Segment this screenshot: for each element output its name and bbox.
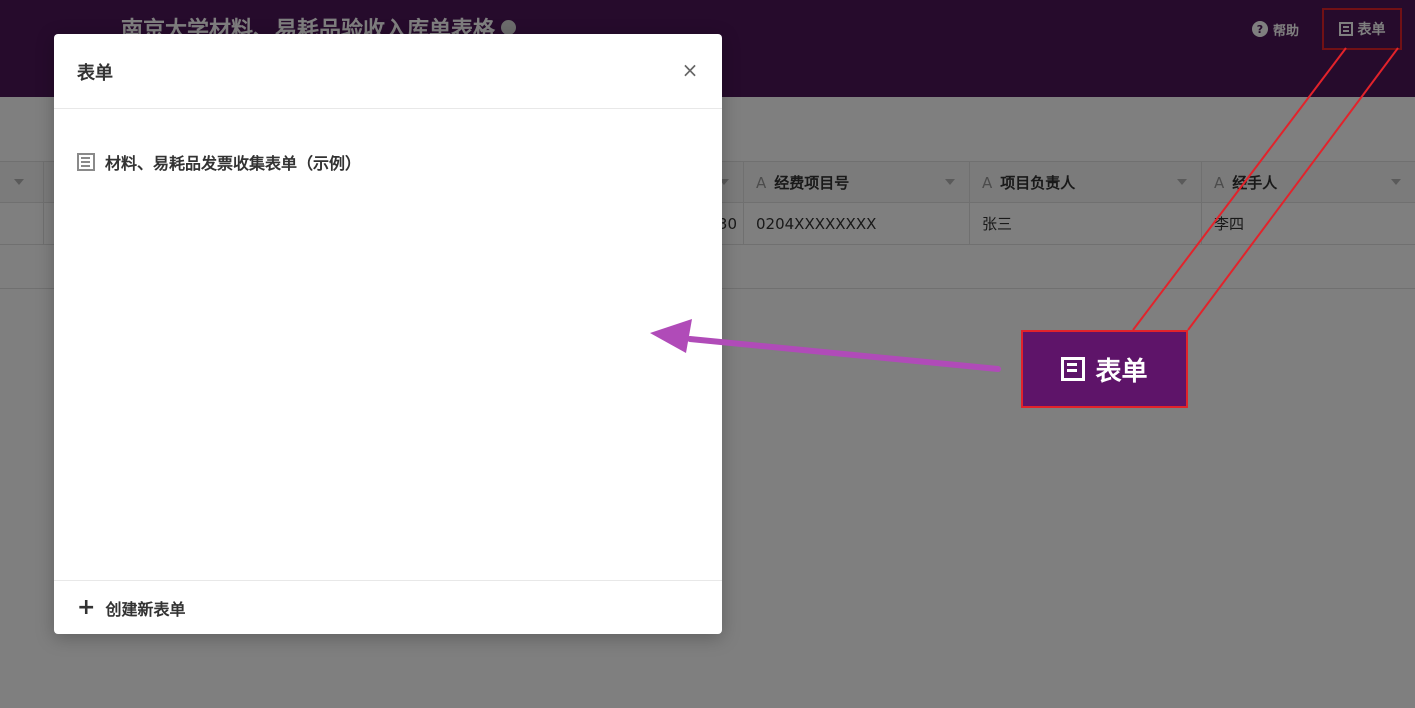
forms-button-callout: 表单 bbox=[1021, 330, 1188, 408]
form-list-item[interactable]: 材料、易耗品发票收集表单（示例） bbox=[77, 150, 361, 174]
callout-label: 表单 bbox=[1095, 356, 1148, 387]
create-form-label: 创建新表单 bbox=[105, 600, 186, 619]
form-icon bbox=[1061, 357, 1086, 381]
forms-dialog: 表单 × 材料、易耗品发票收集表单（示例） + 创建新表单 bbox=[54, 34, 722, 634]
dialog-title: 表单 bbox=[77, 63, 113, 84]
form-list-icon bbox=[77, 153, 95, 171]
close-icon[interactable]: × bbox=[680, 58, 700, 82]
form-list-item-label: 材料、易耗品发票收集表单（示例） bbox=[105, 154, 362, 173]
create-form-button[interactable]: + 创建新表单 bbox=[77, 596, 185, 620]
dialog-header: 表单 × bbox=[54, 34, 722, 109]
plus-icon: + bbox=[77, 595, 96, 620]
dialog-footer: + 创建新表单 bbox=[54, 580, 722, 634]
